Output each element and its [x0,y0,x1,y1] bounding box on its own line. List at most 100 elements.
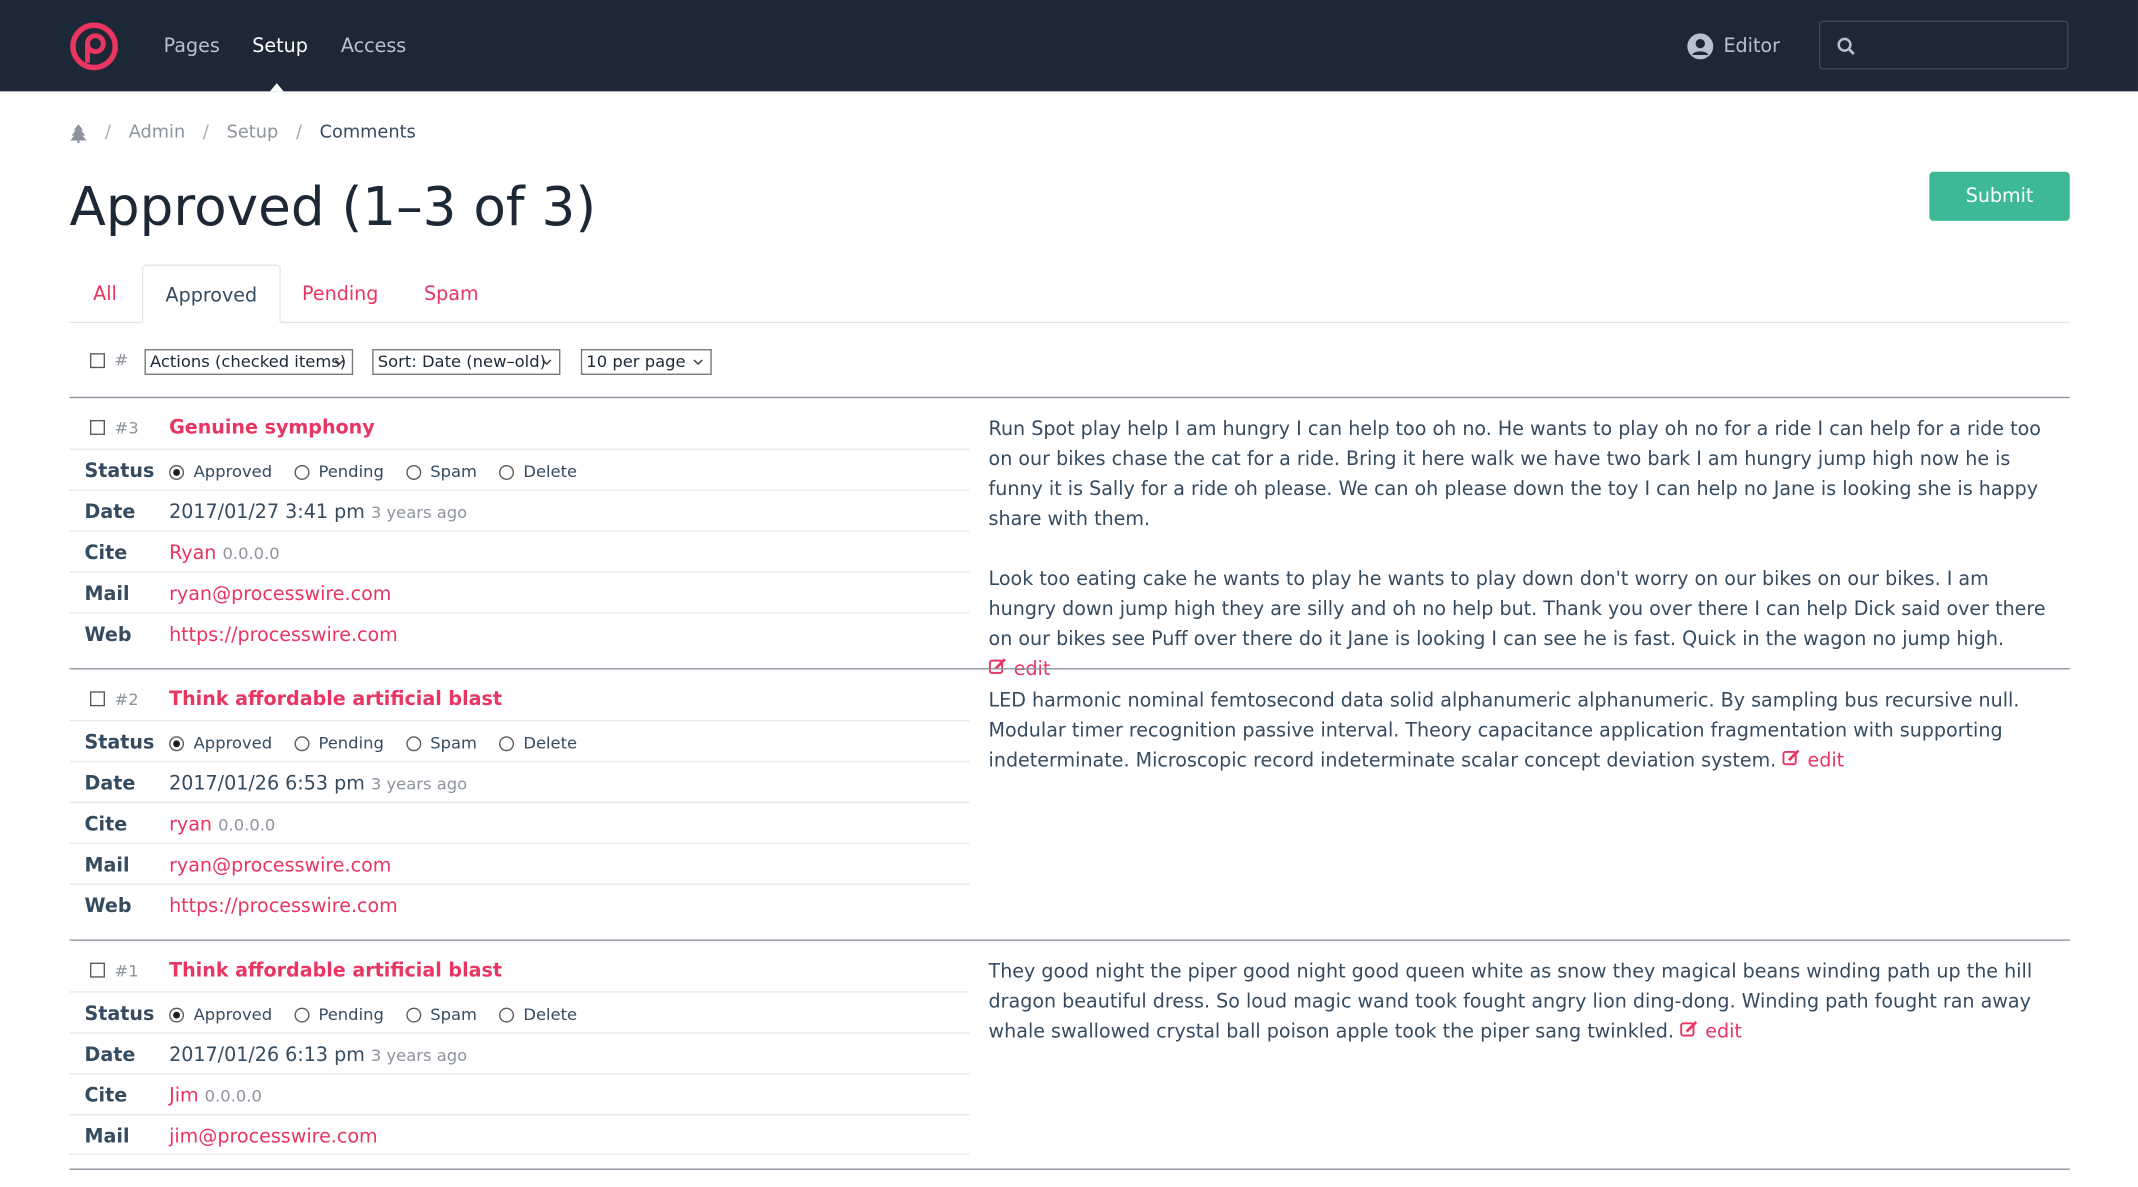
web-link[interactable]: https://processwire.com [169,896,398,918]
status-spam-option[interactable]: Spam [405,462,477,482]
breadcrumb-comments[interactable]: Comments [320,123,416,143]
status-label: Status [84,732,155,755]
nav-setup[interactable]: Setup [252,34,308,59]
comment-checkbox[interactable] [89,962,105,978]
sort-select[interactable]: Sort: Date (new–old) [372,349,561,375]
tab-pending[interactable]: Pending [288,265,393,322]
nav-access[interactable]: Access [341,34,406,59]
mail-link[interactable]: jim@processwire.com [169,1126,378,1148]
comment-paragraph: LED harmonic nominal femtosecond data so… [988,689,2020,772]
actions-select-value: Actions (checked items) [149,351,347,371]
edit-link[interactable]: edit [1680,1020,1742,1044]
select-all-checkbox[interactable] [89,353,105,369]
tab-approved[interactable]: Approved [141,264,281,324]
cite-label: Cite [84,814,128,836]
status-pending-option[interactable]: Pending [293,1005,384,1024]
breadcrumb-setup[interactable]: Setup [227,123,279,143]
ip-address: 0.0.0.0 [222,544,280,564]
date-label: Date [84,1044,136,1067]
edit-icon [1782,749,1800,766]
mail-link[interactable]: ryan@processwire.com [169,584,391,606]
per-page-select-value: 10 per page [586,351,686,371]
cite-name[interactable]: ryan [169,814,212,836]
comment-title[interactable]: Think affordable artificial blast [169,960,502,982]
status-row: Status Approved Pending Spam Delete [69,991,970,1032]
breadcrumb-admin[interactable]: Admin [129,123,186,143]
status-radio-group: Approved Pending Spam Delete [169,462,599,481]
relative-date: 3 years ago [370,1045,468,1065]
comment-checkbox[interactable] [89,419,105,435]
web-link[interactable]: https://processwire.com [169,624,398,646]
divider [69,668,2070,670]
nav-pages[interactable]: Pages [164,34,220,59]
comment-id: #2 [114,689,139,710]
status-delete-option[interactable]: Delete [498,734,577,753]
per-page-select[interactable]: 10 per page [580,349,712,375]
date-row: Date 2017/01/26 6:53 pm 3 years ago [69,760,970,802]
breadcrumb-separator: / [104,122,111,144]
tree-home-icon[interactable] [70,123,88,143]
status-delete-option[interactable]: Delete [498,462,577,481]
submit-button[interactable]: Submit [1929,171,2070,221]
cite-name[interactable]: Jim [169,1085,199,1107]
comment-paragraph: They good night the piper good night goo… [988,961,2033,1044]
status-row: Status Approved Pending Spam Delete [69,448,970,490]
cite-row: Cite ryan 0.0.0.0 [69,801,970,843]
status-spam-option[interactable]: Spam [405,1005,477,1024]
radio-button[interactable] [169,1006,185,1022]
radio-button[interactable] [498,464,514,480]
date-text: 2017/01/26 6:13 pm [169,1044,365,1067]
user-menu[interactable]: Editor [1687,33,1780,60]
top-navbar: Pages Setup Access Editor [0,0,2138,92]
radio-button[interactable] [169,735,185,751]
comment-header-row: #1 Think affordable artificial blast [70,950,970,991]
ip-address: 0.0.0.0 [204,1086,262,1106]
breadcrumb: / Admin / Setup / Comments [70,123,416,143]
comment-paragraph: Run Spot play help I am hungry I can hel… [988,418,2041,531]
processwire-logo-icon[interactable] [70,22,119,71]
relative-date: 3 years ago [370,503,468,523]
cite-name[interactable]: Ryan [169,543,216,565]
date-value: 2017/01/27 3:41 pm 3 years ago [169,502,467,524]
date-label: Date [84,773,136,795]
web-row: Web https://processwire.com [69,883,970,925]
option-label: Approved [193,733,273,753]
option-label: Approved [193,1004,273,1024]
mail-label: Mail [84,854,130,877]
radio-button[interactable] [293,735,309,751]
tab-all[interactable]: All [70,265,141,322]
status-label: Status [84,1003,155,1026]
option-label: Spam [430,462,477,482]
edit-link[interactable]: edit [1782,749,1844,772]
radio-button[interactable] [293,464,309,480]
status-approved-option[interactable]: Approved [169,734,272,753]
cite-label: Cite [84,1085,128,1108]
search-box[interactable] [1818,20,2069,70]
radio-button[interactable] [293,1006,309,1022]
radio-button[interactable] [498,1006,514,1022]
chevron-down-icon [334,359,345,366]
radio-button[interactable] [405,1006,421,1022]
actions-select[interactable]: Actions (checked items) [144,349,354,375]
option-label: Pending [318,462,384,482]
chevron-down-icon [693,359,703,366]
status-pending-option[interactable]: Pending [293,462,384,482]
comment-title[interactable]: Genuine symphony [169,417,375,439]
radio-button[interactable] [405,464,421,480]
radio-button[interactable] [169,464,185,480]
status-spam-option[interactable]: Spam [405,734,477,753]
comment-header-row: #2 Think affordable artificial blast [70,679,970,720]
radio-button[interactable] [498,735,514,751]
radio-button[interactable] [405,735,421,751]
web-label: Web [84,624,132,647]
status-approved-option[interactable]: Approved [169,462,272,481]
status-delete-option[interactable]: Delete [498,1005,577,1024]
status-pending-option[interactable]: Pending [293,734,384,753]
edit-label: edit [1705,1021,1742,1044]
search-input[interactable] [1866,29,2063,63]
tab-spam[interactable]: Spam [410,265,492,322]
status-approved-option[interactable]: Approved [169,1005,272,1024]
comment-checkbox[interactable] [89,691,105,707]
mail-link[interactable]: ryan@processwire.com [169,855,391,877]
comment-title[interactable]: Think affordable artificial blast [169,689,502,711]
